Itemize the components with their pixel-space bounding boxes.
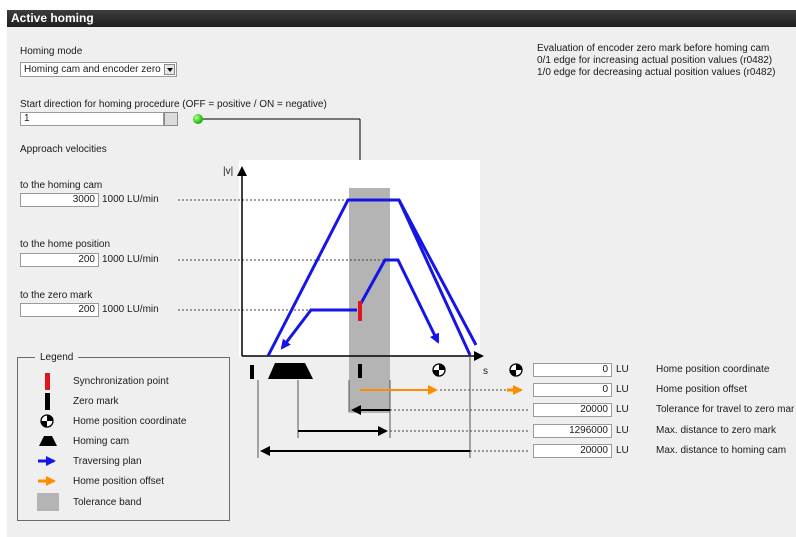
- start-direction-toggle-button[interactable]: [164, 112, 178, 126]
- home-coordinate-marker: [432, 363, 446, 377]
- param-crosshair-icon: [509, 363, 523, 377]
- home-position-offset-label: Home position offset: [656, 384, 747, 395]
- home-position-velocity-label: to the home position: [20, 239, 111, 250]
- start-direction-field[interactable]: 1: [20, 112, 164, 126]
- home-position-velocity-field[interactable]: 200: [20, 253, 99, 267]
- tolerance-zero-mark-field[interactable]: 20000: [533, 403, 612, 417]
- home-position-offset-unit: LU: [616, 384, 629, 395]
- max-distance-homing-cam-field[interactable]: 20000: [533, 444, 612, 458]
- zero-mark-velocity-label: to the zero mark: [20, 290, 93, 301]
- chevron-down-icon[interactable]: [164, 64, 175, 75]
- home-position-offset-field[interactable]: 0: [533, 383, 612, 397]
- legend-item-homing-cam: Homing cam: [73, 436, 130, 447]
- evaluation-note-line3: 1/0 edge for decreasing actual position …: [537, 67, 776, 78]
- max-distance-zero-mark-label: Max. distance to zero mark: [656, 425, 777, 436]
- zero-mark-marker-1: [250, 365, 254, 379]
- home-position-coordinate-label: Home position coordinate: [656, 364, 770, 375]
- legend-item-sync-point: Synchronization point: [73, 376, 169, 387]
- tolerance-zero-mark-label: Tolerance for travel to zero mark: [656, 404, 794, 415]
- legend-item-zero-mark: Zero mark: [73, 396, 119, 407]
- legend-item-traversing-plan: Traversing plan: [73, 456, 142, 467]
- approach-velocities-heading: Approach velocities: [20, 144, 107, 155]
- evaluation-note-line2: 0/1 edge for increasing actual position …: [537, 55, 773, 66]
- home-position-coordinate-unit: LU: [616, 364, 629, 375]
- tolerance-zero-mark-unit: LU: [616, 404, 629, 415]
- home-position-coordinate-field[interactable]: 0: [533, 363, 612, 377]
- status-led-icon: [193, 114, 203, 124]
- home-position-velocity-unit: 1000 LU/min: [102, 254, 159, 265]
- zero-mark-marker-2: [358, 364, 362, 378]
- homing-cam-marker: [268, 363, 313, 379]
- zero-mark-velocity-unit: 1000 LU/min: [102, 304, 159, 315]
- homing-cam-velocity-unit: 1000 LU/min: [102, 194, 159, 205]
- max-distance-homing-cam-label: Max. distance to homing cam: [656, 445, 787, 456]
- legend-item-tolerance-band: Tolerance band: [73, 497, 142, 508]
- y-axis-label: |v|: [223, 166, 234, 177]
- max-distance-zero-mark-unit: LU: [616, 425, 629, 436]
- evaluation-note-line1: Evaluation of encoder zero mark before h…: [537, 43, 770, 54]
- homing-mode-value: Homing cam and encoder zero: [24, 64, 161, 75]
- tolerance-band: [349, 188, 390, 413]
- zero-mark-velocity-field[interactable]: 200: [20, 303, 99, 317]
- sync-point-marker: [358, 301, 362, 321]
- homing-mode-select[interactable]: Homing cam and encoder zero: [20, 62, 177, 77]
- legend-item-home-offset: Home position offset: [73, 476, 164, 487]
- homing-cam-velocity-field[interactable]: 3000: [20, 193, 99, 207]
- max-distance-zero-mark-field[interactable]: 1296000: [533, 424, 612, 438]
- x-axis-label: s: [483, 366, 488, 377]
- start-direction-label: Start direction for homing procedure (OF…: [20, 99, 327, 110]
- legend-item-home-coordinate: Home position coordinate: [73, 416, 187, 427]
- homing-cam-velocity-label: to the homing cam: [20, 180, 103, 191]
- max-distance-homing-cam-unit: LU: [616, 445, 629, 456]
- legend-title: Legend: [35, 352, 79, 364]
- homing-mode-label: Homing mode: [20, 46, 83, 57]
